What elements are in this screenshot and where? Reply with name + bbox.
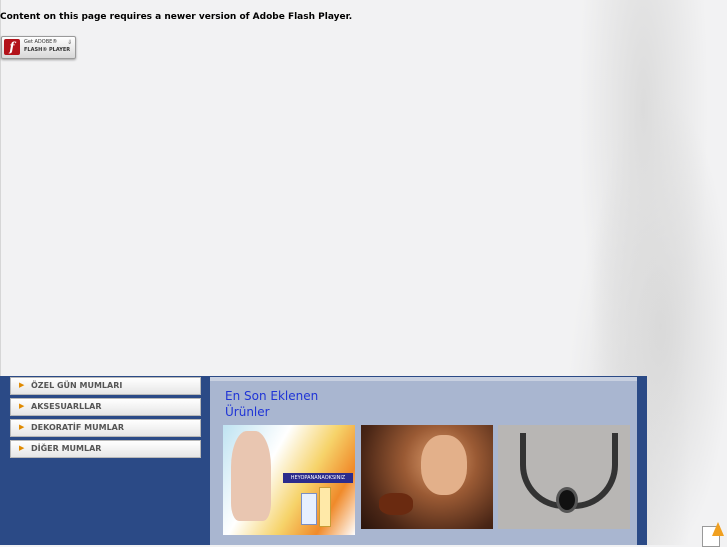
arrow-right-icon: ▶ [19, 444, 25, 452]
product-image-necklace[interactable] [498, 425, 630, 529]
flash-required-message: Content on this page requires a newer ve… [0, 12, 353, 22]
panel-right-edge [639, 376, 647, 545]
product-banner: HEYOPANANAOKSINIZ [283, 473, 353, 483]
latest-products-panel: En Son Eklenen Ürünler HEYOPANANAOKSINIZ [210, 377, 637, 545]
menu-item-dekoratif-mumlar[interactable]: ▶ DEKORATİF MUMLAR [10, 419, 201, 437]
perfume-bottle [379, 493, 413, 515]
necklace-stone [556, 487, 578, 513]
menu-item-diger-mumlar[interactable]: ▶ DİĞER MUMLAR [10, 440, 201, 458]
menu-item-label: AKSESUARLLAR [31, 402, 102, 411]
products-title: En Son Eklenen Ürünler [225, 389, 319, 419]
model-face [421, 435, 467, 495]
menu-item-label: ÖZEL GÜN MUMLARI [31, 381, 123, 390]
arrow-right-icon: ▶ [19, 381, 25, 389]
arrow-right-icon: ▶ [19, 402, 25, 410]
flash-badge-line1: Get ADOBE® [24, 39, 58, 45]
arrow-right-icon: ▶ [19, 423, 25, 431]
document-icon [702, 522, 724, 547]
product-image-fragrance-portrait[interactable] [361, 425, 493, 529]
menu-item-label: DİĞER MUMLAR [31, 444, 102, 453]
model-figure [231, 431, 271, 521]
menu-item-ozel-gun-mumlari[interactable]: ▶ ÖZEL GÜN MUMLARI [10, 377, 201, 395]
flash-badge-line2: FLASH® PLAYER [24, 47, 71, 53]
download-icon: ⇓ [66, 39, 72, 46]
category-menu: ▶ ÖZEL GÜN MUMLARI ▶ AKSESUARLLAR ▶ DEKO… [10, 377, 201, 461]
product-image-perfume-ad[interactable]: HEYOPANANAOKSINIZ [223, 425, 355, 535]
perfume-bottle [319, 487, 331, 527]
menu-item-aksesuarllar[interactable]: ▶ AKSESUARLLAR [10, 398, 201, 416]
get-flash-player-button[interactable]: f Get ADOBE® FLASH® PLAYER ⇓ [1, 36, 76, 59]
flash-logo-icon: f [4, 39, 20, 55]
menu-item-label: DEKORATİF MUMLAR [31, 423, 125, 432]
perfume-bottle [301, 493, 317, 525]
